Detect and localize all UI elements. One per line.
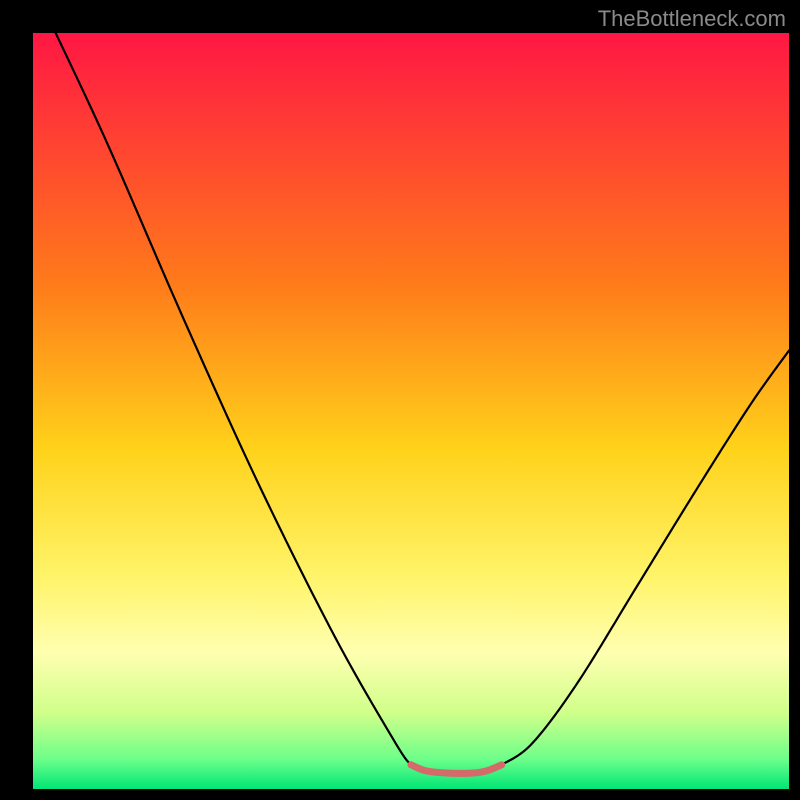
watermark-text: TheBottleneck.com <box>598 6 786 32</box>
chart-svg <box>0 0 800 800</box>
chart-container <box>0 0 800 800</box>
chart-background <box>33 33 789 789</box>
